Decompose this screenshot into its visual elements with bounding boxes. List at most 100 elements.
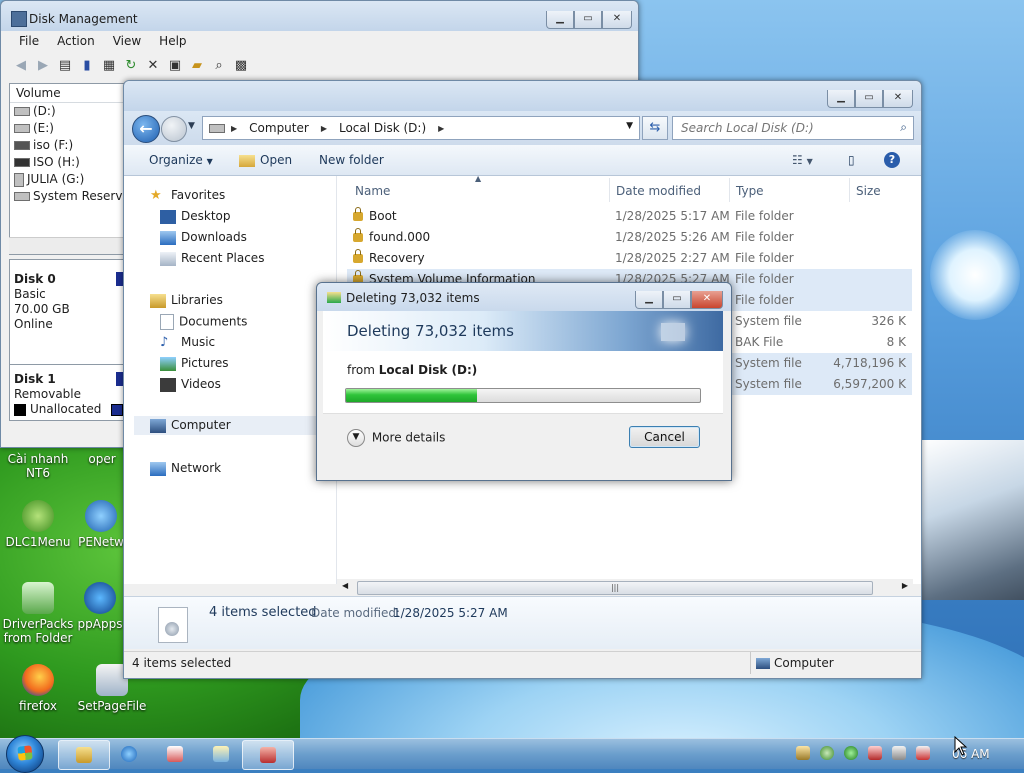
minimize-button[interactable]: ▁ (827, 90, 855, 108)
nav-documents[interactable]: Documents (160, 314, 247, 330)
volume-row[interactable]: JULIA (G:) (10, 171, 130, 188)
organize-button[interactable]: Organize ▼ (149, 153, 213, 167)
minimize-button[interactable]: ▁ (635, 291, 663, 309)
more-details-toggle[interactable]: ▼ More details (347, 429, 445, 447)
view-options-icon[interactable]: ☷ ▼ (792, 153, 813, 167)
refresh-icon[interactable]: ↻ (123, 58, 139, 74)
properties-sheet-icon[interactable]: ▣ (167, 58, 183, 74)
open-button[interactable]: Open (239, 153, 292, 167)
volume-column-header[interactable]: Volume (10, 84, 130, 103)
column-size[interactable]: Size (856, 184, 881, 198)
volume-row[interactable]: iso (F:) (10, 137, 130, 154)
tray-play-icon[interactable] (844, 746, 858, 760)
tray-flag-icon[interactable] (868, 746, 882, 760)
forward-arrow-icon[interactable]: ▶ (35, 58, 51, 74)
nav-music[interactable]: ♪ Music (160, 335, 215, 350)
desktop-icon-cai-nhanh[interactable]: Cài nhanh NT6 (0, 452, 76, 480)
properties-icon[interactable]: ▦ (101, 58, 117, 74)
taskbar-explorer[interactable] (58, 740, 110, 770)
close-button[interactable]: ✕ (602, 11, 632, 29)
refresh-button[interactable]: ⇆ (642, 116, 668, 140)
nav-desktop[interactable]: Desktop (160, 209, 231, 224)
tray-security-icon[interactable] (820, 746, 834, 760)
nav-computer[interactable]: Computer (134, 416, 332, 435)
volume-list-scrollbar[interactable] (9, 237, 129, 254)
column-type[interactable]: Type (736, 184, 764, 198)
start-button[interactable] (6, 735, 44, 773)
maximize-button[interactable]: ▭ (574, 11, 602, 29)
breadcrumb-separator-icon[interactable]: ▶ (432, 124, 450, 133)
open-folder-icon[interactable]: ▰ (189, 58, 205, 74)
minimize-button[interactable]: ▁ (546, 11, 574, 29)
search-input[interactable] (679, 120, 883, 136)
taskbar-disk-management[interactable] (242, 740, 294, 770)
recent-pages-dropdown-icon[interactable]: ▼ (188, 121, 195, 131)
nav-recent-places[interactable]: Recent Places (160, 251, 264, 266)
desktop-icon-driverpacks[interactable]: DriverPacks from Folder (0, 582, 76, 645)
disk-management-titlebar[interactable]: Disk Management ▁ ▭ ✕ (1, 1, 638, 31)
close-button[interactable]: ✕ (691, 291, 723, 309)
column-name[interactable]: Name (355, 184, 390, 198)
column-separator[interactable] (609, 178, 610, 202)
desktop-icon-oper[interactable]: oper (80, 452, 124, 466)
horizontal-scrollbar[interactable]: ◀ ||| ▶ (337, 579, 913, 595)
help-icon[interactable]: ? (884, 152, 900, 168)
scroll-left-arrow-icon[interactable]: ◀ (342, 581, 348, 590)
breadcrumb-separator-icon[interactable]: ▶ (225, 124, 243, 133)
help-book-icon[interactable]: ▮ (79, 58, 95, 74)
taskbar-internet-explorer[interactable] (104, 740, 154, 768)
breadcrumb-computer[interactable]: Computer (243, 121, 315, 135)
menu-file[interactable]: File (9, 31, 47, 53)
cancel-button[interactable]: Cancel (629, 426, 700, 448)
volume-row[interactable]: (E:) (10, 120, 130, 137)
column-separator[interactable] (849, 178, 850, 202)
search-icon[interactable]: ⌕ (900, 120, 907, 135)
disk-1-info[interactable]: Disk 1 Removable (14, 372, 114, 402)
breadcrumb-local-disk[interactable]: Local Disk (D:) (333, 121, 432, 135)
preview-pane-icon[interactable]: ▯ (848, 153, 855, 167)
desktop-icon-firefox[interactable]: firefox (0, 664, 76, 713)
maximize-button[interactable]: ▭ (663, 291, 691, 309)
menu-action[interactable]: Action (47, 31, 103, 53)
nav-videos[interactable]: Videos (160, 377, 221, 392)
tray-volume-muted-icon[interactable] (916, 746, 930, 760)
dialog-titlebar[interactable]: Deleting 73,032 items ▁ ▭ ✕ (317, 283, 731, 311)
desktop-icon-ppapps[interactable]: ppApps (76, 582, 124, 631)
taskbar-paint[interactable] (196, 740, 246, 768)
desktop-icon-penetw[interactable]: PENetw (78, 500, 124, 549)
menu-view[interactable]: View (103, 31, 149, 53)
table-row[interactable]: Recovery 1/28/2025 2:27 AM File folder (347, 248, 912, 269)
new-folder-button[interactable]: New folder (319, 153, 384, 167)
tray-network-icon[interactable] (796, 746, 810, 760)
taskbar-app[interactable] (150, 740, 200, 768)
scrollbar-thumb[interactable]: ||| (357, 581, 873, 595)
disk-settings-icon[interactable]: ▩ (233, 58, 249, 74)
breadcrumb-separator-icon[interactable]: ▶ (315, 124, 333, 133)
back-arrow-icon[interactable]: ◀ (13, 58, 29, 74)
volume-row[interactable]: System Reserved (10, 188, 137, 205)
nav-libraries[interactable]: Libraries (150, 293, 223, 308)
menu-help[interactable]: Help (149, 31, 194, 53)
nav-favorites[interactable]: ★ Favorites (150, 188, 225, 203)
volume-row[interactable]: ISO (H:) (10, 154, 130, 171)
disk-0-info[interactable]: Disk 0 Basic 70.00 GB Online (14, 272, 114, 332)
nav-downloads[interactable]: Downloads (160, 230, 247, 245)
forward-button[interactable] (161, 116, 187, 142)
back-button[interactable]: ← (132, 115, 160, 143)
explorer-titlebar[interactable]: ▁ ▭ ✕ (124, 81, 921, 111)
nav-network[interactable]: Network (150, 461, 221, 476)
nav-pictures[interactable]: Pictures (160, 356, 229, 371)
address-bar[interactable]: ▶ Computer ▶ Local Disk (D:) ▶ ▼ (202, 116, 640, 140)
scroll-right-arrow-icon[interactable]: ▶ (902, 581, 908, 590)
column-date-modified[interactable]: Date modified (616, 184, 701, 198)
maximize-button[interactable]: ▭ (855, 90, 883, 108)
close-button[interactable]: ✕ (883, 90, 913, 108)
volume-row[interactable]: (D:) (10, 103, 130, 120)
delete-icon[interactable]: ✕ (145, 58, 161, 74)
search-icon[interactable]: ⌕ (211, 58, 227, 74)
table-row[interactable]: Boot 1/28/2025 5:17 AM File folder (347, 206, 912, 227)
show-hide-tree-icon[interactable]: ▤ (57, 58, 73, 74)
table-row[interactable]: found.000 1/28/2025 5:26 AM File folder (347, 227, 912, 248)
column-separator[interactable] (729, 178, 730, 202)
desktop-icon-dlc1menu[interactable]: DLC1Menu (0, 500, 76, 549)
